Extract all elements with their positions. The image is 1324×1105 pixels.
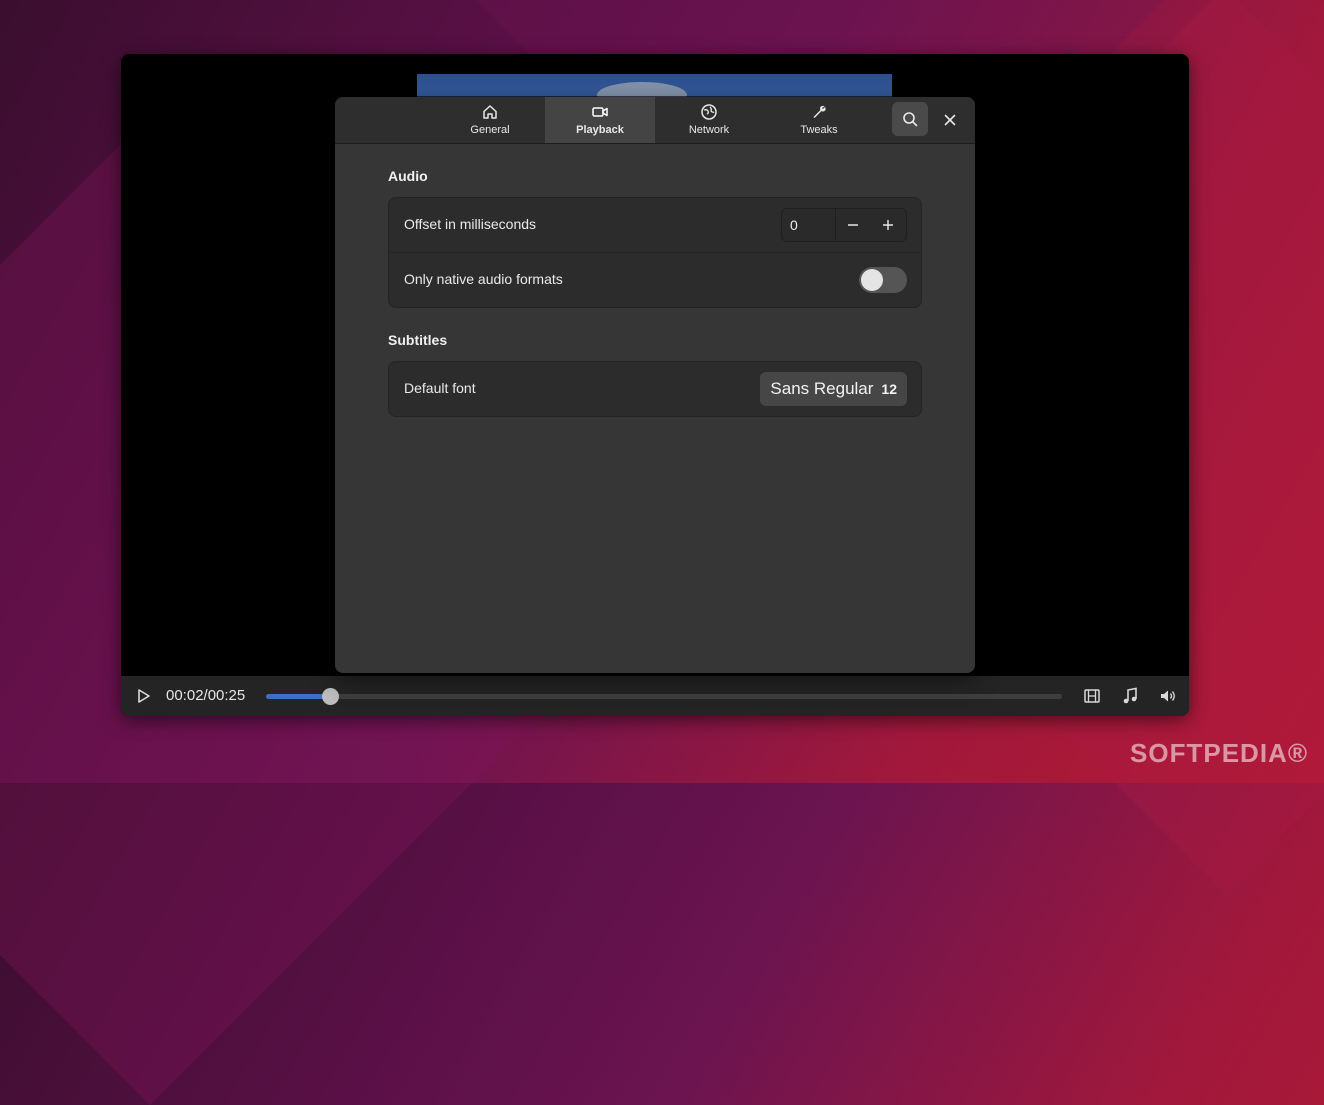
- minus-icon: [848, 224, 858, 226]
- time-display: 00:02/00:25: [166, 687, 246, 704]
- default-font-row: Default font Sans Regular 12: [389, 362, 921, 416]
- native-formats-label: Only native audio formats: [404, 271, 563, 287]
- play-icon[interactable]: [133, 686, 153, 706]
- tab-label: Playback: [576, 124, 624, 136]
- tab-label: Network: [688, 124, 730, 136]
- native-formats-switch[interactable]: [859, 267, 907, 293]
- font-chooser-button[interactable]: Sans Regular 12: [760, 372, 907, 406]
- decrement-button[interactable]: [836, 209, 870, 241]
- close-button[interactable]: [935, 105, 965, 135]
- offset-input[interactable]: 0: [782, 209, 836, 241]
- offset-label: Offset in milliseconds: [404, 216, 537, 232]
- dialog-header: General Playback Network Tweaks: [335, 97, 975, 144]
- font-name: Sans Regular: [770, 379, 874, 398]
- section-title-subtitles: Subtitles: [388, 332, 448, 348]
- switch-knob: [861, 269, 883, 291]
- globe-icon: [701, 104, 717, 120]
- preferences-dialog: General Playback Network Tweaks Audio Of…: [335, 97, 975, 673]
- font-size: 12: [881, 381, 897, 397]
- offset-spinbutton: 0: [781, 208, 907, 242]
- home-icon: [483, 105, 497, 119]
- increment-button[interactable]: [871, 209, 905, 241]
- close-icon: [944, 114, 956, 126]
- tab-label: General: [470, 124, 510, 136]
- tab-network[interactable]: Network: [654, 97, 764, 143]
- search-icon: [903, 112, 918, 127]
- playback-controls: 00:02/00:25: [121, 676, 1189, 716]
- tab-tweaks[interactable]: Tweaks: [764, 97, 874, 143]
- offset-row: Offset in milliseconds 0: [389, 198, 921, 253]
- seek-bar[interactable]: [266, 688, 1062, 705]
- watermark-text: SOFTPEDIA®: [1130, 738, 1308, 768]
- default-font-label: Default font: [404, 380, 476, 396]
- tab-general[interactable]: General: [435, 97, 545, 143]
- seek-handle[interactable]: [321, 688, 339, 705]
- tab-playback[interactable]: Playback: [545, 97, 655, 143]
- volume-icon[interactable]: [1158, 686, 1178, 706]
- seek-progress: [266, 694, 330, 699]
- film-icon[interactable]: [1082, 686, 1102, 706]
- plus-icon: [883, 220, 893, 230]
- tab-label: Tweaks: [800, 124, 838, 136]
- section-title-audio: Audio: [388, 168, 428, 184]
- audio-group: Offset in milliseconds 0 Only native aud…: [388, 197, 922, 308]
- native-formats-row: Only native audio formats: [389, 253, 921, 307]
- subtitles-group: Default font Sans Regular 12: [388, 361, 922, 417]
- video-camera-icon: [592, 107, 608, 117]
- search-button[interactable]: [892, 102, 928, 136]
- wrench-icon: [813, 105, 826, 118]
- music-note-icon[interactable]: [1120, 686, 1140, 706]
